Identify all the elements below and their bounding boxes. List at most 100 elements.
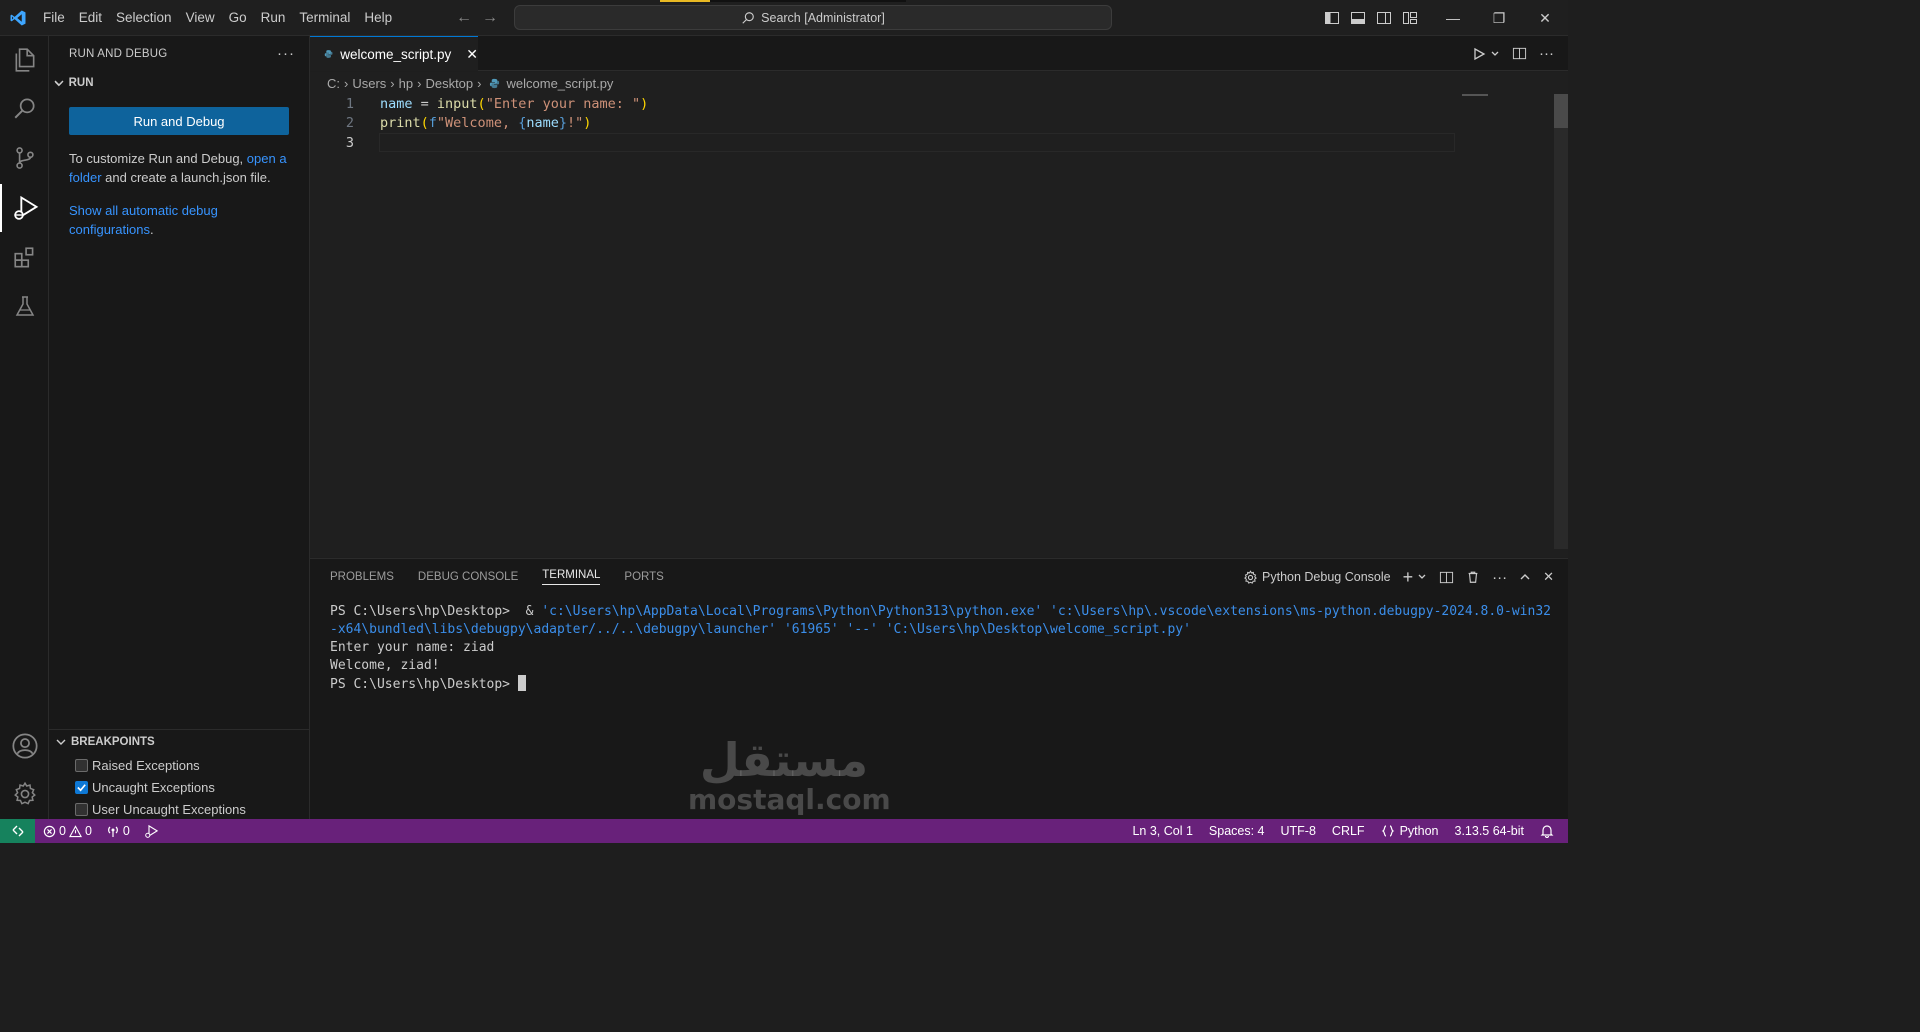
- scrollbar-thumb[interactable]: [1554, 94, 1568, 128]
- more-actions-icon[interactable]: ···: [1539, 45, 1554, 62]
- status-bar: 0 0 0 Ln 3, Col 1 Spaces: 4 UTF-8 CRLF P…: [0, 819, 1568, 843]
- toggle-panel-icon[interactable]: [1350, 10, 1366, 26]
- editor-tab-welcome-script[interactable]: welcome_script.py ✕: [310, 36, 478, 71]
- title-accent-strip: [660, 0, 710, 2]
- close-tab-icon[interactable]: ✕: [466, 46, 478, 63]
- breakpoint-raised-exceptions[interactable]: Raised Exceptions: [49, 754, 310, 776]
- breadcrumb-users[interactable]: Users: [352, 76, 386, 91]
- customize-layout-icon[interactable]: [1402, 10, 1418, 26]
- accounts-icon[interactable]: [0, 722, 49, 770]
- checkbox-checked[interactable]: [75, 780, 88, 794]
- problems-indicator[interactable]: 0 0: [43, 824, 92, 838]
- menu-go[interactable]: Go: [222, 0, 254, 36]
- show-all-configurations-link[interactable]: Show all automatic debug configurations: [69, 203, 218, 237]
- menu-view[interactable]: View: [179, 0, 222, 36]
- more-actions-icon[interactable]: ···: [277, 45, 295, 62]
- terminal-name[interactable]: Python Debug Console: [1262, 570, 1391, 584]
- ports-indicator[interactable]: 0: [106, 824, 130, 838]
- debug-status-icon[interactable]: [144, 824, 159, 839]
- menu-edit[interactable]: Edit: [72, 0, 109, 36]
- error-icon: [43, 825, 56, 837]
- terminal-cursor: [517, 675, 526, 691]
- command-center-search[interactable]: Search [Administrator]: [514, 5, 1112, 30]
- trash-icon[interactable]: [1466, 570, 1480, 584]
- language-mode[interactable]: Python: [1381, 824, 1439, 838]
- close-window-icon[interactable]: ✕: [1522, 0, 1568, 36]
- menu-help[interactable]: Help: [357, 0, 399, 36]
- settings-gear-icon[interactable]: [0, 770, 49, 818]
- encoding[interactable]: UTF-8: [1281, 824, 1316, 838]
- chevron-down-icon[interactable]: [1417, 572, 1427, 582]
- minimap[interactable]: [1462, 94, 1488, 96]
- indentation[interactable]: Spaces: 4: [1209, 824, 1265, 838]
- maximize-panel-icon[interactable]: [1519, 571, 1531, 583]
- notifications-bell-icon[interactable]: [1540, 824, 1554, 838]
- watermark-arabic: مستقل: [699, 733, 869, 787]
- breakpoint-user-uncaught-exceptions[interactable]: User Uncaught Exceptions: [49, 798, 310, 820]
- run-python-file-icon[interactable]: [1472, 47, 1486, 61]
- testing-flask-icon[interactable]: [0, 282, 49, 330]
- menu-selection[interactable]: Selection: [109, 0, 179, 36]
- menu-terminal[interactable]: Terminal: [292, 0, 357, 36]
- toggle-secondary-sidebar-icon[interactable]: [1376, 10, 1392, 26]
- more-actions-icon[interactable]: ···: [1492, 569, 1507, 586]
- close-panel-icon[interactable]: ✕: [1543, 569, 1554, 585]
- error-count: 0: [59, 824, 66, 838]
- split-terminal-icon[interactable]: [1439, 570, 1454, 585]
- back-arrow-icon[interactable]: ←: [456, 9, 472, 27]
- restore-icon[interactable]: ❐: [1476, 0, 1522, 36]
- search-icon: [742, 11, 754, 24]
- breadcrumb-hp[interactable]: hp: [399, 76, 413, 91]
- braces-icon: [1381, 825, 1394, 837]
- chevron-right-icon: ›: [344, 75, 349, 91]
- menu-run[interactable]: Run: [254, 0, 293, 36]
- explorer-icon[interactable]: [0, 36, 49, 84]
- code-editor[interactable]: 1 name = input("Enter your name: ") 2 pr…: [310, 94, 1568, 557]
- breadcrumb-file[interactable]: welcome_script.py: [507, 76, 614, 91]
- breakpoint-uncaught-exceptions[interactable]: Uncaught Exceptions: [49, 776, 310, 798]
- minimize-icon[interactable]: —: [1430, 0, 1476, 36]
- extensions-icon[interactable]: [0, 234, 49, 282]
- breadcrumb-desktop[interactable]: Desktop: [425, 76, 473, 91]
- period: .: [149, 222, 154, 237]
- tab-problems[interactable]: PROBLEMS: [330, 571, 394, 583]
- menu-file[interactable]: File: [36, 0, 72, 36]
- warning-count: 0: [84, 824, 92, 838]
- search-placeholder: Search [Administrator]: [761, 10, 885, 25]
- tab-terminal[interactable]: TERMINAL: [542, 569, 601, 585]
- search-view-icon[interactable]: [0, 84, 49, 132]
- end-of-line[interactable]: CRLF: [1332, 824, 1365, 838]
- cursor-position[interactable]: Ln 3, Col 1: [1132, 824, 1192, 838]
- sidebar-header: RUN AND DEBUG ···: [49, 36, 309, 71]
- forward-arrow-icon[interactable]: →: [482, 9, 498, 27]
- line-number: 1: [345, 95, 354, 112]
- editor-scrollbar[interactable]: [1554, 94, 1568, 549]
- remote-indicator[interactable]: [0, 819, 35, 843]
- breakpoints-header[interactable]: BREAKPOINTS: [49, 730, 310, 754]
- new-terminal-icon[interactable]: +: [1403, 567, 1414, 588]
- panel-tabs: PROBLEMS DEBUG CONSOLE TERMINAL PORTS: [330, 559, 664, 595]
- editor-tab-bar: welcome_script.py ✕ ···: [310, 36, 1568, 71]
- code-line-1: 1 name = input("Enter your name: "): [310, 94, 1568, 114]
- run-section-header[interactable]: ⌵ RUN: [49, 71, 309, 95]
- python-interpreter[interactable]: 3.13.5 64-bit: [1455, 824, 1525, 838]
- breakpoint-label: Uncaught Exceptions: [92, 779, 215, 795]
- broadcast-icon: [108, 826, 118, 837]
- toggle-primary-sidebar-icon[interactable]: [1324, 10, 1340, 26]
- debug-gear-icon: [1244, 569, 1257, 584]
- source-control-icon[interactable]: [0, 134, 49, 182]
- run-and-debug-icon[interactable]: [0, 184, 49, 232]
- split-editor-icon[interactable]: [1512, 46, 1527, 61]
- tab-ports[interactable]: PORTS: [624, 571, 663, 583]
- tab-debug-console[interactable]: DEBUG CONSOLE: [418, 571, 518, 583]
- terminal-output[interactable]: PS C:\Users\hp\Desktop> & 'c:\Users\hp\A…: [330, 603, 1554, 694]
- breadcrumb-drive[interactable]: C:: [327, 76, 340, 91]
- run-and-debug-button[interactable]: Run and Debug: [69, 107, 289, 135]
- checkbox[interactable]: [75, 758, 88, 772]
- breadcrumb: C: › Users › hp › Desktop › welcome_scri…: [310, 72, 1568, 94]
- code-line-2: 2 print(f"Welcome, {name}!"): [310, 114, 1568, 134]
- chevron-right-icon: ›: [477, 75, 482, 91]
- checkbox[interactable]: [75, 802, 88, 816]
- chevron-down-icon[interactable]: [1490, 49, 1500, 59]
- navigation-arrows: ← →: [456, 0, 498, 36]
